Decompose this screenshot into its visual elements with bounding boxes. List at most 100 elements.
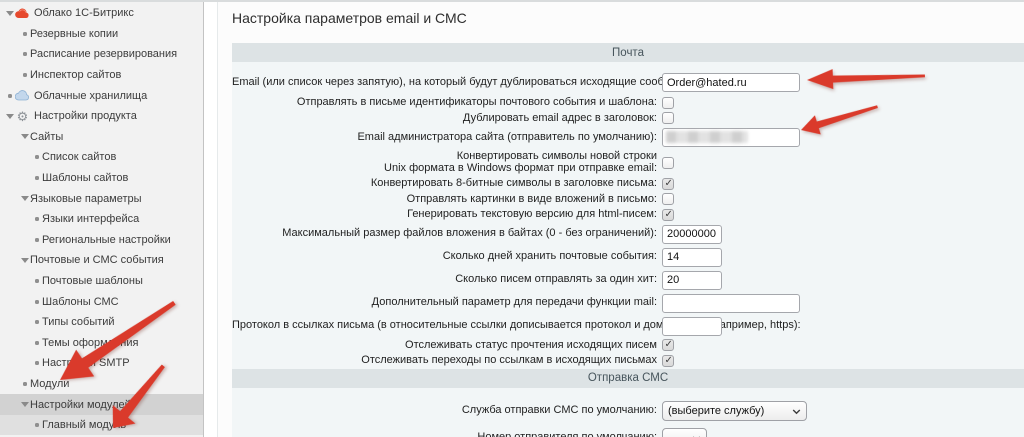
- sidebar-item-language-params[interactable]: Языковые параметры: [0, 188, 203, 209]
- letters-per-hit-label: Сколько писем отправлять за один хит:: [232, 274, 662, 286]
- sidebar-item-label: Список сайтов: [42, 151, 116, 163]
- admin-email-label: Email администратора сайта (отправитель …: [232, 132, 662, 144]
- bullet-icon: [32, 361, 42, 365]
- sidebar-item-label: Сайты: [30, 131, 63, 143]
- row-convert-8bit: Конвертировать 8-битные символы в заголо…: [232, 176, 1024, 192]
- sidebar-item-modules[interactable]: Модули: [0, 374, 203, 395]
- sidebar-item-module-settings[interactable]: Настройки модулей: [0, 394, 203, 415]
- row-track-link-clicks: Отслеживать переходы по ссылкам в исходя…: [232, 353, 1024, 369]
- sidebar-item-main-module[interactable]: Главный модуль: [0, 415, 203, 436]
- sms-service-label: Служба отправки СМС по умолчанию:: [232, 405, 662, 417]
- expand-toggle-icon[interactable]: [20, 134, 30, 139]
- sidebar-item-label: Настройки модулей: [30, 399, 131, 411]
- sidebar-item-label: Инспектор сайтов: [30, 69, 121, 81]
- gear-icon: ⚙: [15, 110, 30, 122]
- settings-form: Почта Email (или список через запятую), н…: [232, 43, 1024, 437]
- keep-events-days-input[interactable]: [662, 248, 722, 267]
- sidebar-item-label: Шаблоны сайтов: [42, 172, 128, 184]
- letters-per-hit-input[interactable]: [662, 271, 722, 290]
- sidebar-item-sms-templates[interactable]: Шаблоны СМС: [0, 291, 203, 312]
- sidebar-item-label: Почтовые и СМС события: [30, 254, 164, 266]
- bitrix-cloud-icon: [15, 7, 30, 19]
- sms-sender-select[interactable]: [662, 428, 707, 437]
- bullet-icon: [32, 320, 42, 324]
- link-protocol-input[interactable]: [662, 317, 722, 336]
- row-send-event-ids: Отправлять в письме идентификаторы почто…: [232, 95, 1024, 111]
- expand-toggle-icon[interactable]: [20, 196, 30, 201]
- sidebar-item-design-themes[interactable]: Темы оформления: [0, 333, 203, 354]
- mail-function-param-label: Дополнительный параметр для передачи фун…: [232, 297, 662, 309]
- mail-function-param-input[interactable]: [662, 294, 800, 313]
- sidebar-item-site-templates[interactable]: Шаблоны сайтов: [0, 168, 203, 189]
- section-title: Отправка СМС: [588, 372, 668, 384]
- convert-newlines-label: Конвертировать символы новой строкиUnix …: [232, 151, 662, 174]
- images-as-attachments-checkbox[interactable]: [662, 193, 674, 205]
- send-event-ids-label: Отправлять в письме идентификаторы почто…: [232, 97, 662, 109]
- sidebar-gutter: [204, 2, 218, 437]
- max-attachment-size-input[interactable]: [662, 225, 722, 244]
- admin-email-input[interactable]: [662, 128, 800, 147]
- sidebar-item-product-settings[interactable]: ⚙Настройки продукта: [0, 106, 203, 127]
- duplicate-email-input[interactable]: [662, 73, 800, 92]
- sidebar-item-label: Шаблоны СМС: [42, 296, 119, 308]
- convert-newlines-checkbox[interactable]: [662, 157, 674, 169]
- cloud-icon: [15, 90, 30, 102]
- expand-toggle-icon[interactable]: [20, 258, 30, 263]
- track-link-clicks-label: Отслеживать переходы по ссылкам в исходя…: [232, 355, 662, 367]
- expand-toggle-icon[interactable]: [20, 402, 30, 407]
- sms-service-select-value: (выберите службу): [668, 405, 786, 417]
- bullet-icon: [32, 423, 42, 427]
- row-sms-service: Служба отправки СМС по умолчанию: (выбери…: [232, 398, 1024, 425]
- sidebar-item-smtp-settings[interactable]: Настройки SMTP: [0, 353, 203, 374]
- row-sms-sender: Номер отправителя по умолчанию:: [232, 425, 1024, 437]
- sidebar-item-backup-copies[interactable]: Резервные копии: [0, 24, 203, 45]
- row-max-attachment-size: Максимальный размер файлов вложения в ба…: [232, 223, 1024, 246]
- section-header-sms: Отправка СМС: [232, 369, 1024, 388]
- sidebar-item-label: Языки интерфейса: [42, 213, 139, 225]
- bullet-icon: [20, 73, 30, 77]
- track-link-clicks-checkbox[interactable]: [662, 355, 674, 367]
- sidebar-item-mail-sms-events[interactable]: Почтовые и СМС события: [0, 250, 203, 271]
- sms-sender-label: Номер отправителя по умолчанию:: [232, 432, 662, 437]
- bullet-icon: [20, 52, 30, 56]
- section-body-mail: Email (или список через запятую), на кот…: [232, 62, 1024, 369]
- sidebar-item-label: Резервные копии: [30, 28, 118, 40]
- bullet-icon: [20, 32, 30, 36]
- sidebar-item-interface-languages[interactable]: Языки интерфейса: [0, 209, 203, 230]
- generate-text-version-label: Генерировать текстовую версию для html-п…: [232, 209, 662, 221]
- duplicate-email-header-checkbox[interactable]: [662, 112, 674, 124]
- send-event-ids-checkbox[interactable]: [662, 97, 674, 109]
- sidebar-item-label: Темы оформления: [42, 337, 138, 349]
- convert-8bit-checkbox[interactable]: [662, 178, 674, 190]
- expand-toggle-icon[interactable]: [5, 11, 15, 16]
- section-title: Почта: [612, 47, 644, 59]
- row-convert-newlines: Конвертировать символы новой строкиUnix …: [232, 149, 1024, 176]
- sidebar-item-site-list[interactable]: Список сайтов: [0, 147, 203, 168]
- bullet-icon: [20, 382, 30, 386]
- row-admin-email: Email администратора сайта (отправитель …: [232, 126, 1024, 149]
- bullet-icon: [32, 279, 42, 283]
- bullet-icon: [32, 155, 42, 159]
- sidebar-item-cloud-storage[interactable]: Облачные хранилища: [0, 85, 203, 106]
- row-images-as-attachments: Отправлять картинки в виде вложений в пи…: [232, 192, 1024, 208]
- sidebar-item-label: Настройки SMTP: [42, 357, 130, 369]
- sidebar-menu: Облако 1С-Битрикс Резервные копии Расписан…: [0, 2, 204, 437]
- generate-text-version-checkbox[interactable]: [662, 209, 674, 221]
- row-link-protocol: Протокол в ссылках письма (в относительн…: [232, 315, 1024, 338]
- duplicate-email-label: Email (или список через запятую), на кот…: [232, 77, 662, 89]
- row-keep-events-days: Сколько дней хранить почтовые события:: [232, 246, 1024, 269]
- sidebar-item-sites[interactable]: Сайты: [0, 127, 203, 148]
- sidebar-item-backup-schedule[interactable]: Расписание резервирования: [0, 44, 203, 65]
- expand-toggle-icon[interactable]: [5, 114, 15, 119]
- sidebar-item-site-inspector[interactable]: Инспектор сайтов: [0, 65, 203, 86]
- row-letters-per-hit: Сколько писем отправлять за один хит:: [232, 269, 1024, 292]
- sidebar-item-mail-templates[interactable]: Почтовые шаблоны: [0, 271, 203, 292]
- main-content: Настройка параметров email и СМС ПочтаEm…: [218, 2, 1024, 437]
- sms-service-select[interactable]: (выберите службу): [662, 401, 807, 421]
- sidebar-item-cloud-bitrix[interactable]: Облако 1С-Битрикс: [0, 3, 203, 24]
- sidebar-item-event-types[interactable]: Типы событий: [0, 312, 203, 333]
- track-read-status-label: Отслеживать статус прочтения исходящих п…: [232, 340, 662, 352]
- sidebar-item-label: Модули: [30, 378, 69, 390]
- track-read-status-checkbox[interactable]: [662, 339, 674, 351]
- sidebar-item-regional-settings[interactable]: Региональные настройки: [0, 230, 203, 251]
